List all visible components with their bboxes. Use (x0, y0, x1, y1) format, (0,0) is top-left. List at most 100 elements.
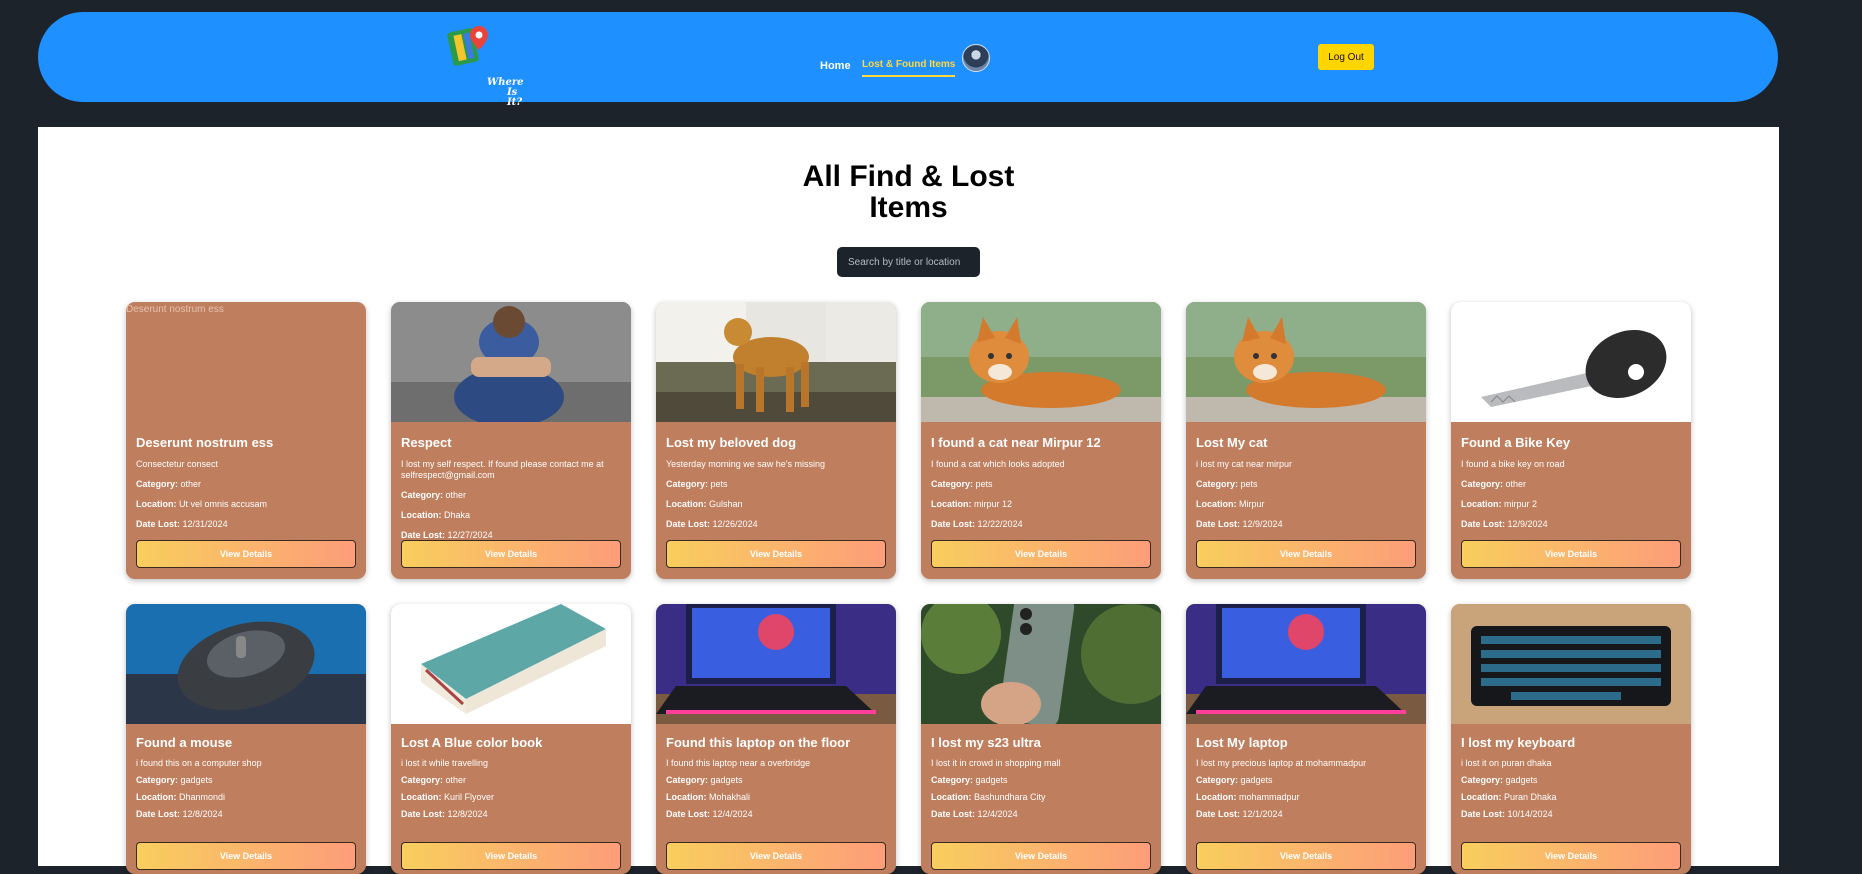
item-category: Category: other (136, 479, 356, 490)
golden-retriever-photo (656, 302, 896, 422)
category-label: Category: (401, 490, 444, 500)
item-title: Lost My cat (1196, 435, 1268, 450)
item-card-body: Found a Bike Key I found a bike key on r… (1451, 435, 1691, 530)
category-label: Category: (1461, 775, 1504, 785)
date-value: 12/8/2024 (182, 809, 223, 819)
user-avatar[interactable] (962, 44, 990, 72)
item-card-body: Lost My laptop I lost my precious laptop… (1186, 735, 1426, 820)
view-details-button[interactable]: View Details (931, 540, 1151, 568)
category-label: Category: (401, 775, 444, 785)
item-card: Found a Bike Key I found a bike key on r… (1451, 302, 1691, 579)
item-description: i lost it while travelling (401, 758, 489, 768)
search-input[interactable] (837, 247, 980, 277)
category-value: other (445, 775, 467, 785)
category-label: Category: (1196, 479, 1239, 489)
location-label: Location: (931, 792, 972, 802)
date-value: 12/26/2024 (712, 519, 758, 529)
item-location: Location: Puran Dhaka (1461, 792, 1681, 803)
category-value: pets (1240, 479, 1258, 489)
view-details-button[interactable]: View Details (401, 540, 621, 568)
item-card: I lost my s23 ultra I lost it in crowd i… (921, 604, 1161, 874)
view-details-button[interactable]: View Details (1196, 540, 1416, 568)
logout-button[interactable]: Log Out (1318, 44, 1374, 70)
item-description: i lost it on puran dhaka (1461, 758, 1552, 768)
item-date: Date Lost: 12/4/2024 (931, 809, 1151, 820)
category-label: Category: (931, 775, 974, 785)
view-details-button[interactable]: View Details (136, 540, 356, 568)
item-title: Found a Bike Key (1461, 435, 1571, 450)
item-title: I lost my s23 ultra (931, 735, 1041, 750)
item-card: I found a cat near Mirpur 12 I found a c… (921, 302, 1161, 579)
item-title: Lost A Blue color book (401, 735, 543, 750)
location-value: Bashundhara City (974, 792, 1046, 802)
date-value: 12/27/2024 (447, 530, 493, 540)
date-value: 12/8/2024 (447, 809, 488, 819)
item-category: Category: pets (666, 479, 886, 490)
item-description: I lost my self respect. If found please … (401, 459, 604, 480)
page-scrollbar[interactable] (1842, 0, 1862, 866)
item-card: Found a mouse i found this on a computer… (126, 604, 366, 874)
date-label: Date Lost: (1461, 809, 1506, 819)
date-label: Date Lost: (136, 809, 181, 819)
item-category: Category: pets (931, 479, 1151, 490)
item-location: Location: mirpur 12 (931, 499, 1151, 510)
location-label: Location: (136, 499, 177, 509)
location-label: Location: (666, 792, 707, 802)
category-value: other (1505, 479, 1527, 489)
item-date: Date Lost: 12/8/2024 (136, 809, 356, 820)
item-card-body: Deserunt nostrum ess Consectetur consect… (126, 435, 366, 530)
location-label: Location: (1196, 499, 1237, 509)
item-date: Date Lost: 12/4/2024 (666, 809, 886, 820)
date-label: Date Lost: (1196, 809, 1241, 819)
location-value: Ut vel omnis accusam (179, 499, 268, 509)
location-label: Location: (1461, 499, 1502, 509)
location-label: Location: (136, 792, 177, 802)
category-label: Category: (1461, 479, 1504, 489)
item-card: Lost A Blue color book i lost it while t… (391, 604, 631, 874)
item-card: Lost my beloved dog Yesterday morning we… (656, 302, 896, 579)
item-card: I lost my keyboard i lost it on puran dh… (1451, 604, 1691, 874)
item-location: Location: Dhanmondi (136, 792, 356, 803)
item-title: Lost My laptop (1196, 735, 1288, 750)
location-value: Mohakhali (709, 792, 751, 802)
item-image (1186, 604, 1426, 724)
view-details-button[interactable]: View Details (1461, 540, 1681, 568)
item-date: Date Lost: 12/8/2024 (401, 809, 621, 820)
location-label: Location: (931, 499, 972, 509)
item-card-body: Lost My cat i lost my cat near mirpur Ca… (1186, 435, 1426, 530)
item-description: Consectetur consect (136, 459, 219, 469)
item-description: Yesterday morning we saw he's missing (666, 459, 825, 469)
category-value: other (445, 490, 467, 500)
category-label: Category: (931, 479, 974, 489)
item-card-body: Lost my beloved dog Yesterday morning we… (656, 435, 896, 530)
category-value: gadgets (180, 775, 213, 785)
nav-lost-found-link[interactable]: Lost & Found Items (862, 59, 956, 77)
nav-home-link[interactable]: Home (820, 60, 851, 72)
item-description: i found this on a computer shop (136, 758, 262, 768)
item-image (1451, 302, 1691, 422)
location-label: Location: (1461, 792, 1502, 802)
logo-text: Where Is It? (487, 78, 527, 108)
item-card-body: I lost my keyboard i lost it on puran dh… (1451, 735, 1691, 820)
item-date: Date Lost: 12/9/2024 (1196, 519, 1416, 530)
date-label: Date Lost: (931, 809, 976, 819)
navbar: Where Is It? Home Lost & Found Items Log… (38, 12, 1778, 108)
mouse-photo (126, 604, 366, 724)
orange-cat-photo (921, 302, 1161, 422)
item-card-body: I lost my s23 ultra I lost it in crowd i… (921, 735, 1161, 820)
date-label: Date Lost: (1196, 519, 1241, 529)
item-category: Category: gadgets (666, 775, 886, 786)
category-value: pets (710, 479, 728, 489)
location-label: Location: (1196, 792, 1237, 802)
item-date: Date Lost: 12/26/2024 (666, 519, 886, 530)
item-image: Deserunt nostrum ess (126, 302, 366, 422)
category-value: gadgets (1240, 775, 1273, 785)
location-value: Kuril Flyover (444, 792, 495, 802)
category-label: Category: (666, 775, 709, 785)
item-image (656, 302, 896, 422)
view-details-button[interactable]: View Details (666, 540, 886, 568)
category-value: other (180, 479, 202, 489)
date-value: 10/14/2024 (1507, 809, 1553, 819)
item-category: Category: gadgets (136, 775, 356, 786)
sad-boy-photo (391, 302, 631, 422)
